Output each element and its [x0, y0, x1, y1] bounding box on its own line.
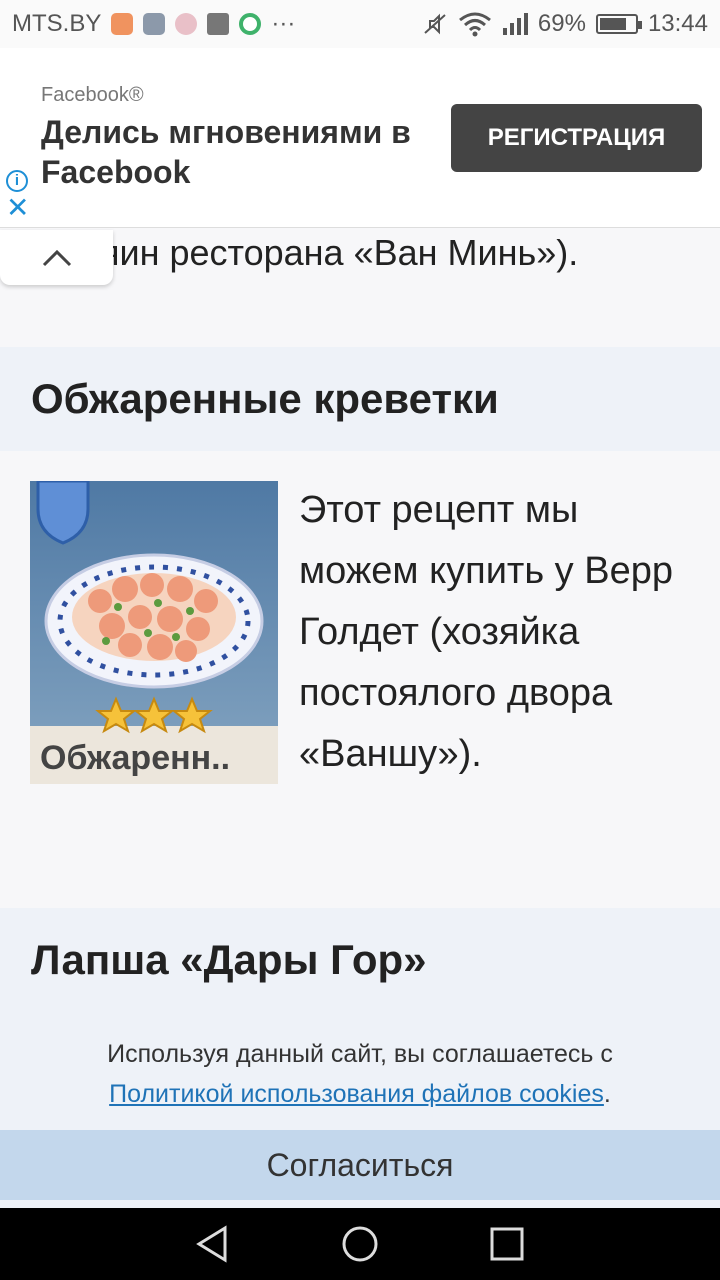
back-icon[interactable] [193, 1224, 233, 1264]
ad-register-button[interactable]: РЕГИСТРАЦИЯ [451, 104, 702, 172]
section-title: Лапша «Дары Гор» [31, 936, 427, 983]
carrier-label: MTS.BY [12, 10, 102, 37]
ad-title[interactable]: Делись мгновениями в Facebook [41, 112, 431, 192]
recipe-description: Этот рецепт мы можем купить у Верр Голде… [299, 489, 673, 775]
avatar-notification-icon [175, 13, 198, 35]
battery-fill [599, 18, 626, 30]
recipe-image[interactable]: Обжаренн.. [30, 481, 278, 784]
cookie-text: Используя данный сайт, вы соглашаетесь с [107, 1040, 613, 1068]
section-header-mountain-noodles: Лапша «Дары Гор» [0, 908, 720, 1012]
battery-icon [595, 14, 642, 34]
signal-icon [502, 13, 528, 35]
more-notifications-icon: ··· [271, 10, 296, 37]
recents-icon[interactable] [487, 1224, 527, 1264]
cookie-text-block: Используя данный сайт, вы соглашаетесь с… [20, 1034, 700, 1114]
wifi-icon [458, 12, 491, 37]
status-bar-right: 69% 13:44 [422, 10, 708, 38]
recipe-image-label: Обжаренн.. [40, 739, 230, 777]
fried-shrimp-dish-illustration: Обжаренн.. [30, 481, 278, 784]
mute-icon [424, 13, 446, 35]
cookie-policy-link[interactable]: Политикой использования файлов cookies [109, 1080, 604, 1108]
photo-notification-icon [207, 13, 230, 35]
home-icon[interactable] [340, 1224, 380, 1264]
section-title: Обжаренные креветки [31, 375, 499, 422]
battery-percent: 69% [537, 10, 586, 37]
ad-brand: Facebook® [41, 84, 144, 106]
cookie-accept-button[interactable]: Согласиться [0, 1130, 720, 1200]
app-24-icon [239, 13, 262, 35]
chevron-up-icon [42, 249, 71, 266]
collapse-ad-button[interactable] [0, 230, 113, 285]
previous-paragraph-text: яин ресторана «Ван Минь»). [100, 232, 579, 273]
android-nav-bar [0, 1208, 720, 1280]
gallery-icon [143, 13, 166, 35]
cookie-period: . [603, 1080, 611, 1108]
ad-close-icon[interactable]: ✕ [6, 194, 29, 222]
notification-app-icon [111, 13, 134, 35]
clock: 13:44 [647, 10, 708, 37]
section-header-fried-shrimp: Обжаренные креветки [0, 347, 720, 451]
cookie-consent-bar: Используя данный сайт, вы соглашаетесь с… [0, 1010, 720, 1208]
ad-banner[interactable]: Facebook® Делись мгновениями в Facebook … [0, 48, 720, 228]
status-bar-left: MTS.BY ··· [12, 10, 295, 38]
ad-info-icon[interactable]: i [6, 170, 28, 192]
status-bar: MTS.BY ··· 69% 13:44 [0, 0, 720, 48]
